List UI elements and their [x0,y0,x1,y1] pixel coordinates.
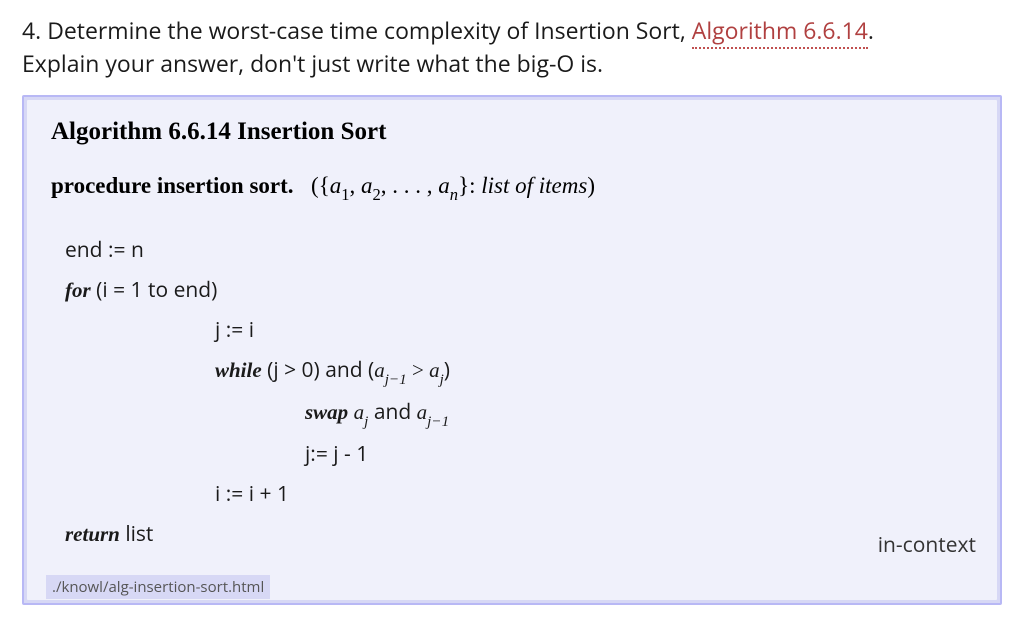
gt: > [407,358,429,382]
ajm1-s: a [417,400,428,424]
for-keyword: for [65,278,91,302]
subn: n [450,185,458,204]
question-text: 4. Determine the worst-case time complex… [22,14,1002,81]
an: a [438,173,450,198]
close-paren: ) [587,173,595,198]
procedure-keyword: procedure insertion sort. [51,173,294,198]
return-keyword: return [65,522,120,546]
swap-keyword: swap [305,400,348,424]
ajm1-w: a [374,358,385,382]
list-label: list of items [481,173,587,198]
while-rest1: (j > 0) and ( [262,356,375,384]
line-for: for (i = 1 to end) [65,271,973,311]
question-explain: Explain your answer, don't just write wh… [22,47,603,79]
algorithm-link[interactable]: Algorithm 6.6.14 [692,14,868,49]
for-rest: (i = 1 to end) [91,276,218,304]
a1: a [330,173,342,198]
return-rest: list [120,520,154,548]
code-block: end := n for (i = 1 to end) j := i while… [51,231,973,554]
question-number: 4. [22,14,41,46]
dots: , . . . , [381,173,439,198]
line-end: end := n [65,231,973,271]
subj-s: j [364,414,368,430]
question-suffix: . [868,14,874,46]
params-open: ({ [311,173,330,198]
a2: a [361,173,373,198]
algorithm-title: Algorithm 6.6.14 Insertion Sort [51,118,973,146]
aj-w: a [429,358,440,382]
params-close: }: [458,173,481,198]
subj-w: j [440,372,444,388]
line-return: return list [65,515,973,555]
procedure-args: ({a1, a2, . . . , an}: list of items) [300,173,595,198]
subjm1-s: j−1 [427,414,449,430]
while-rest2: ) [444,356,450,384]
footer-path: ./knowl/alg-insertion-sort.html [46,575,270,599]
line-j-dec: j:= j - 1 [65,435,973,475]
aj-s: a [354,400,365,424]
procedure-line: procedure insertion sort. ({a1, a2, . . … [51,168,973,204]
subjm1-w: j−1 [385,372,407,388]
line-j-init: j := i [65,311,973,351]
sub2: 2 [373,185,381,204]
sub1: 1 [341,185,349,204]
question-prefix: Determine the worst-case time complexity… [47,14,692,46]
while-keyword: while [215,358,262,382]
line-while: while (j > 0) and (aj−1 > aj) [65,351,973,393]
algorithm-box: Algorithm 6.6.14 Insertion Sort procedur… [22,95,1002,606]
algorithm-inner: Algorithm 6.6.14 Insertion Sort procedur… [27,100,997,601]
line-swap: swap aj and aj−1 [65,393,973,435]
and-text: and [368,398,416,426]
in-context-link[interactable]: in-context [878,531,976,559]
line-i-inc: i := i + 1 [65,475,973,515]
